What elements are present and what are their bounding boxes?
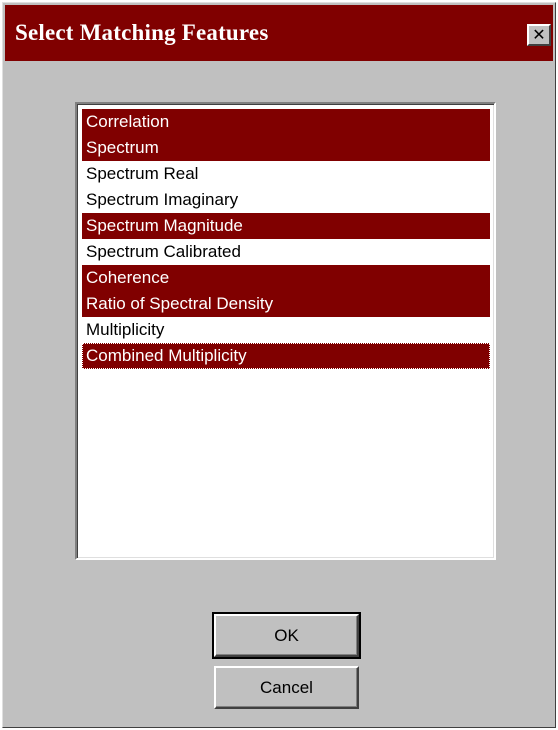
list-item-coherence[interactable]: Coherence: [82, 265, 490, 291]
title-bar: Select Matching Features ✕: [5, 5, 553, 61]
list-item-spectrum-magnitude[interactable]: Spectrum Magnitude: [82, 213, 490, 239]
list-item-correlation[interactable]: Correlation: [82, 109, 490, 135]
ok-button[interactable]: OK: [212, 612, 361, 659]
list-item-spectrum[interactable]: Spectrum: [82, 135, 490, 161]
features-list: Correlation Spectrum Spectrum Real Spect…: [82, 109, 490, 369]
list-item-spectrum-calibrated[interactable]: Spectrum Calibrated: [82, 239, 490, 265]
cancel-button-label: Cancel: [260, 677, 313, 697]
features-listbox[interactable]: Correlation Spectrum Spectrum Real Spect…: [75, 102, 496, 560]
ok-button-label: OK: [274, 625, 299, 645]
dialog-title: Select Matching Features: [15, 20, 269, 45]
close-icon: ✕: [532, 25, 546, 44]
list-item-spectrum-imaginary[interactable]: Spectrum Imaginary: [82, 187, 490, 213]
cancel-button[interactable]: Cancel: [214, 666, 359, 709]
list-item-spectrum-real[interactable]: Spectrum Real: [82, 161, 490, 187]
close-button[interactable]: ✕: [527, 24, 551, 46]
list-item-multiplicity[interactable]: Multiplicity: [82, 317, 490, 343]
list-item-combined-multiplicity[interactable]: Combined Multiplicity: [82, 343, 490, 369]
select-matching-features-dialog: Select Matching Features ✕ Correlation S…: [2, 2, 556, 728]
list-item-ratio-of-spectral-density[interactable]: Ratio of Spectral Density: [82, 291, 490, 317]
